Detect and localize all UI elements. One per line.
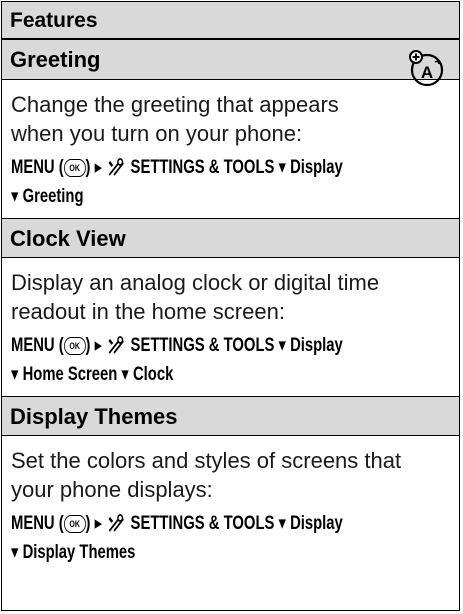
feature-table: Features Greeting A Change the greeting … [1,1,460,611]
ok-key-icon: OK [63,158,86,177]
menu-path-greeting: MENU (OK) ▸ SETTINGS & TOOLS ▾ Display [11,157,343,178]
arrow-down-icon: ▾ [278,157,286,178]
section-body-display-themes: Set the colors and styles of screens tha… [11,448,402,502]
svg-text:A: A [421,63,433,82]
section-title-greeting: Greeting [2,40,459,80]
section-title-clock-view: Clock View [2,218,459,258]
settings-tools-icon [108,514,124,532]
section-body-greeting: Change the greeting that appears when yo… [11,92,339,146]
personalize-feature-icon: A [409,50,444,87]
settings-tools-icon [108,158,124,176]
table-header: Features [2,2,459,40]
menu-path-display-themes: MENU (OK) ▸ SETTINGS & TOOLS ▾ Display [11,513,343,534]
menu-path-clock-view-cont: ▾ Home Screen ▾ Clock [11,364,174,385]
ok-key-icon: OK [63,336,86,355]
arrow-down-icon: ▾ [11,364,19,385]
arrow-down-icon: ▾ [121,364,129,385]
section-body-clock-view: Display an analog clock or digital time … [11,270,380,324]
section-title-display-themes: Display Themes [2,396,459,436]
menu-path-display-themes-cont: ▾ Display Themes [11,542,136,563]
settings-tools-icon [108,336,124,354]
menu-path-greeting-cont: ▾ Greeting [11,186,84,207]
arrow-down-icon: ▾ [278,335,286,356]
ok-key-icon: OK [63,514,86,533]
arrow-right-icon: ▸ [94,157,103,178]
table-header-title: Features [10,9,98,32]
menu-path-clock-view: MENU (OK) ▸ SETTINGS & TOOLS ▾ Display [11,335,343,356]
arrow-down-icon: ▾ [11,542,19,563]
arrow-right-icon: ▸ [94,513,103,534]
arrow-down-icon: ▾ [11,186,19,207]
arrow-down-icon: ▾ [278,513,286,534]
arrow-right-icon: ▸ [94,335,103,356]
